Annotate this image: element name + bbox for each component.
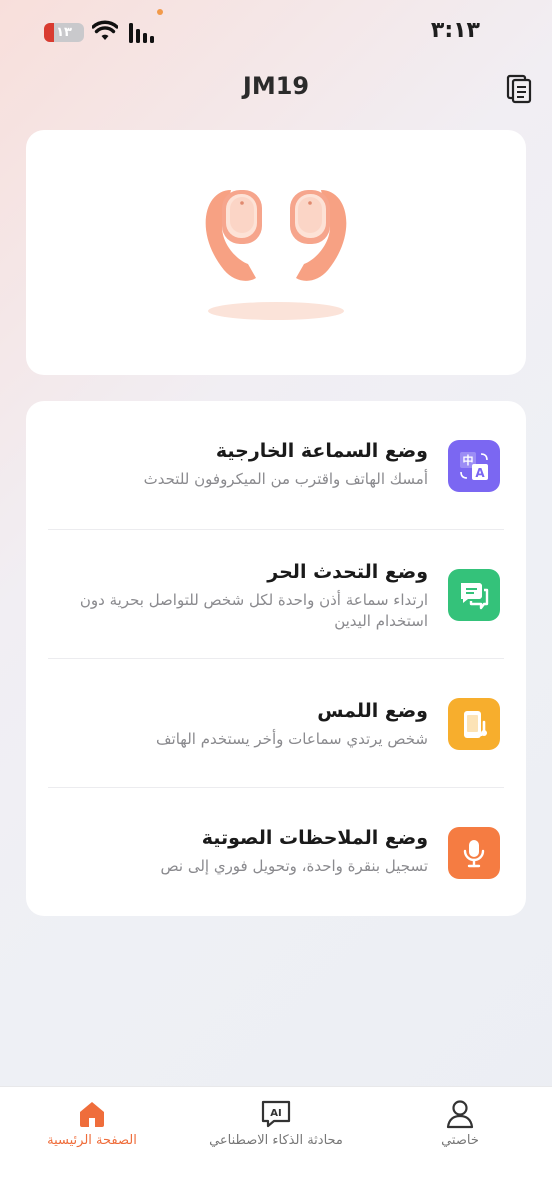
mode-item-free-talk[interactable]: وضع التحدث الحر ارتداء سماعة أذن واحدة ل… [26,530,526,658]
tab-home[interactable]: الصفحة الرئيسية [2,1099,182,1148]
page-title: JM19 [242,72,310,100]
tab-label: الصفحة الرئيسية [47,1133,137,1148]
mode-title: وضع السماعة الخارجية [215,440,428,462]
device-card[interactable] [26,130,526,375]
svg-text:A: A [475,466,485,480]
battery-level: ١٣ [56,25,72,40]
tab-profile[interactable]: خاصتي [370,1099,550,1148]
mode-item-touch[interactable]: وضع اللمس شخص يرتدي سماعات وأخر يستخدم ا… [26,659,526,787]
battery-icon: ١٣ [44,23,84,42]
mode-title: وضع الملاحظات الصوتية [201,827,428,849]
mode-description: أمسك الهاتف واقترب من الميكروفون للتحدث [143,470,428,488]
mode-description: ارتداء سماعة أذن واحدة لكل شخص للتواصل ب… [79,591,428,630]
home-icon [80,1102,104,1127]
earbuds-illustration [205,190,347,320]
svg-text:中: 中 [463,453,474,467]
svg-text:AI: AI [270,1108,281,1119]
status-time: ٣:١٣ [430,18,480,43]
mode-description: شخص يرتدي سماعات وأخر يستخدم الهاتف [156,730,428,748]
translate-icon: 中 A [448,440,500,492]
wifi-icon [92,20,118,40]
person-icon [446,1100,474,1129]
cellular-signal-icon [129,23,154,43]
mode-title: وضع اللمس [317,700,428,722]
tab-ai-chat[interactable]: AI محادثة الذكاء الاصطناعي [186,1099,366,1148]
mode-item-voice-notes[interactable]: وضع الملاحظات الصوتية تسجيل بنقرة واحدة،… [26,788,526,916]
mode-item-speaker[interactable]: وضع السماعة الخارجية أمسك الهاتف واقترب … [26,401,526,529]
mode-description: تسجيل بنقرة واحدة، وتحويل فوري إلى نص [160,857,429,875]
status-bar: ١٣ ٣:١٣ [0,0,552,64]
activity-dot [157,9,163,15]
document-list-icon[interactable] [504,74,534,104]
modes-list: وضع السماعة الخارجية أمسك الهاتف واقترب … [26,401,526,916]
microphone-icon [448,827,500,879]
mode-title: وضع التحدث الحر [267,561,428,583]
chat-bubbles-icon [448,569,500,621]
ai-chat-icon: AI [261,1100,291,1128]
tab-label: خاصتي [441,1133,479,1148]
tab-label: محادثة الذكاء الاصطناعي [209,1133,343,1148]
phone-touch-icon [448,698,500,750]
bottom-tab-bar: خاصتي AI محادثة الذكاء الاصطناعي الصفحة … [0,1086,552,1194]
